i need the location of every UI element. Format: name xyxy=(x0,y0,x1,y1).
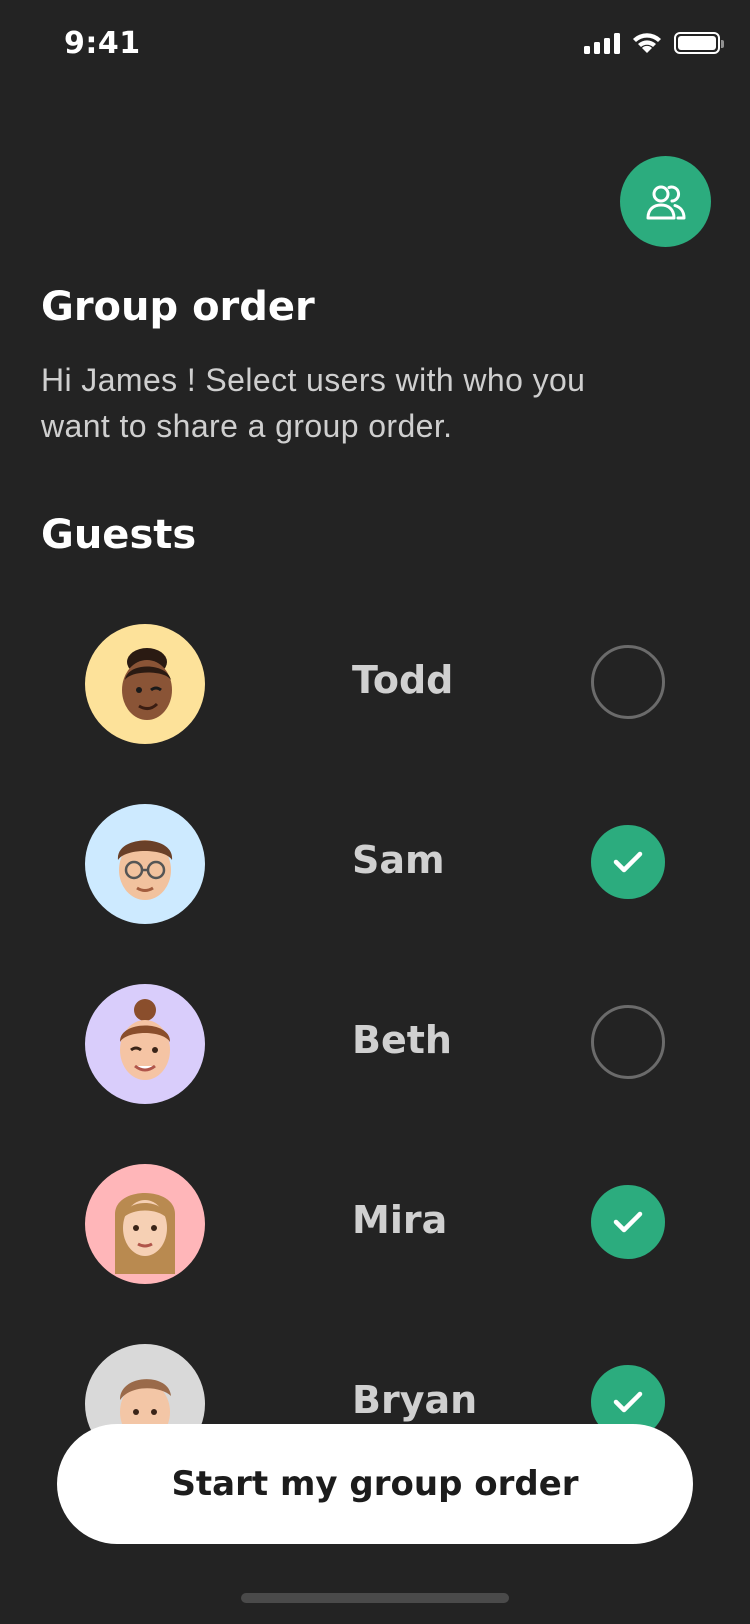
avatar-todd xyxy=(85,624,205,744)
status-bar: 9:41 xyxy=(0,0,750,90)
page-subtitle: Hi James ! Select users with who you wan… xyxy=(41,362,586,444)
start-group-order-button[interactable]: Start my group order xyxy=(57,1424,693,1544)
guest-name: Beth xyxy=(352,1018,452,1062)
memoji-avatar xyxy=(119,999,171,1080)
select-toggle-mira[interactable] xyxy=(591,1185,665,1259)
page-title: Group order xyxy=(41,284,315,330)
status-time: 9:41 xyxy=(64,26,141,61)
home-indicator xyxy=(241,1593,509,1603)
status-icons xyxy=(584,32,724,54)
guests-section-title: Guests xyxy=(41,512,197,558)
memoji-avatar xyxy=(115,1193,175,1274)
guest-name: Todd xyxy=(352,658,454,702)
guest-name: Mira xyxy=(352,1198,448,1242)
memoji-avatar xyxy=(122,648,172,720)
signal-icon xyxy=(584,32,620,54)
check-icon xyxy=(613,851,643,873)
guest-row-mira[interactable]: Mira xyxy=(0,1162,750,1342)
guest-row-beth[interactable]: Beth xyxy=(0,982,750,1162)
group-users-button[interactable] xyxy=(620,156,711,247)
group-users-icon xyxy=(646,185,685,219)
check-icon xyxy=(613,1391,643,1413)
guest-list: Todd Sam Beth Mira Bryan xyxy=(0,622,750,1522)
memoji-avatar xyxy=(117,840,173,900)
guest-row-todd[interactable]: Todd xyxy=(0,622,750,802)
select-toggle-sam[interactable] xyxy=(591,825,665,899)
guest-name: Bryan xyxy=(352,1378,478,1422)
check-icon xyxy=(613,1211,643,1233)
avatar-beth xyxy=(85,984,205,1104)
guest-name: Sam xyxy=(352,838,445,882)
wifi-icon xyxy=(633,33,661,53)
battery-icon xyxy=(674,32,724,54)
select-toggle-beth[interactable] xyxy=(591,1005,665,1079)
avatar-sam xyxy=(85,804,205,924)
select-toggle-todd[interactable] xyxy=(591,645,665,719)
avatar-mira xyxy=(85,1164,205,1284)
guest-row-sam[interactable]: Sam xyxy=(0,802,750,982)
